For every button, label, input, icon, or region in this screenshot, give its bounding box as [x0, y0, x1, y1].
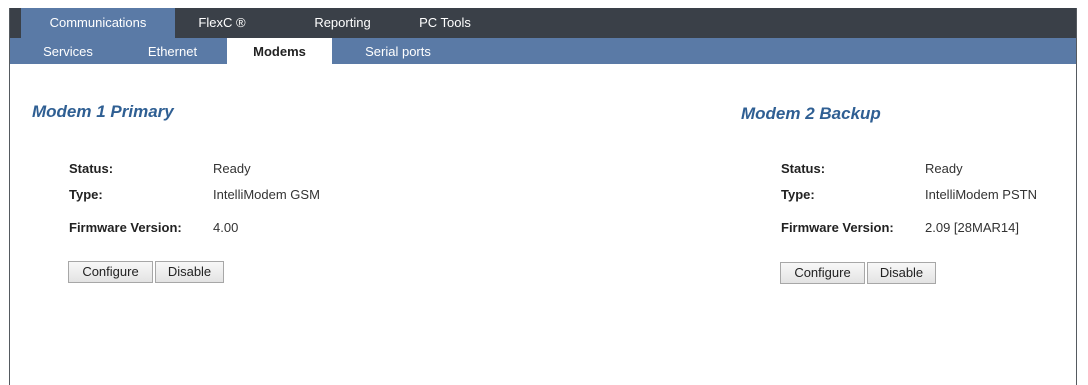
modem-1-title: Modem 1 Primary — [32, 102, 174, 121]
app-frame: Communications FlexC ® Reporting PC Tool… — [9, 8, 1077, 385]
modem-2-status-label: Status: — [781, 161, 826, 176]
modem-2-type-label: Type: — [781, 187, 815, 202]
modem-1-configure-button[interactable]: Configure — [68, 261, 153, 283]
modem-1-firmware-label: Firmware Version: — [69, 220, 182, 235]
subtab-services[interactable]: Services — [28, 38, 108, 64]
modem-2-configure-button[interactable]: Configure — [780, 262, 865, 284]
tab-reporting[interactable]: Reporting — [305, 8, 380, 38]
sub-nav: Services Ethernet Modems Serial ports — [10, 38, 1076, 64]
modem-1-status-value: Ready — [213, 161, 251, 176]
modem-2-status-value: Ready — [925, 161, 963, 176]
modem-2-title: Modem 2 Backup — [741, 104, 881, 123]
modem-1-firmware-value: 4.00 — [213, 220, 239, 235]
modem-2-disable-button[interactable]: Disable — [867, 262, 936, 284]
top-nav: Communications FlexC ® Reporting PC Tool… — [10, 8, 1076, 38]
subtab-modems[interactable]: Modems — [227, 38, 332, 64]
tab-communications[interactable]: Communications — [21, 8, 175, 38]
modem-1-type-value: IntelliModem GSM — [213, 187, 320, 202]
modem-1-status-label: Status: — [69, 161, 114, 176]
tab-pc-tools[interactable]: PC Tools — [410, 8, 480, 38]
subtab-serial-ports[interactable]: Serial ports — [348, 38, 448, 64]
modem-2-firmware-label: Firmware Version: — [781, 220, 894, 235]
tab-flexc[interactable]: FlexC ® — [187, 8, 257, 38]
subtab-ethernet[interactable]: Ethernet — [135, 38, 210, 64]
modem-1-disable-button[interactable]: Disable — [155, 261, 224, 283]
modem-1-type-label: Type: — [69, 187, 103, 202]
modem-2-type-value: IntelliModem PSTN — [925, 187, 1037, 202]
modem-2-firmware-value: 2.09 [28MAR14] — [925, 220, 1019, 235]
